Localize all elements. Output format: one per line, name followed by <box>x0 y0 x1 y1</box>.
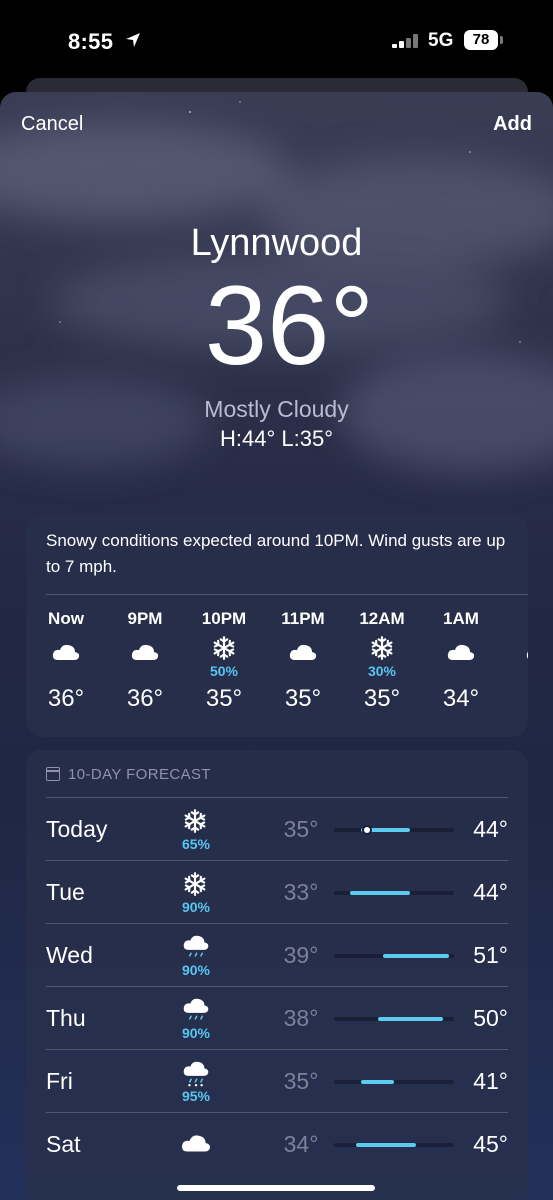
precipitation-chance: 95% <box>181 1088 211 1104</box>
add-button[interactable]: Add <box>493 113 532 136</box>
forecast-summary: Snowy conditions expected around 10PM. W… <box>46 531 506 576</box>
low-temperature: 38° <box>283 1005 319 1031</box>
rain-cloud-icon <box>179 997 213 1025</box>
hourly-forecast-card[interactable]: Snowy conditions expected around 10PM. W… <box>26 515 528 737</box>
city-name: Lynnwood <box>190 222 363 264</box>
hour-temperature: 35° <box>205 685 243 712</box>
snow-icon <box>211 635 237 661</box>
temperature-range-bar <box>334 1017 454 1021</box>
day-name: Today <box>46 816 108 842</box>
precipitation-chance: 50% <box>209 663 239 679</box>
snow-icon <box>182 871 208 897</box>
hour-label: 9PM <box>127 609 163 628</box>
high-temperature: 45° <box>473 1131 508 1157</box>
temperature-range-fill <box>355 1143 416 1147</box>
precipitation-chance: 90% <box>181 1025 211 1041</box>
snow-icon <box>182 808 208 834</box>
home-indicator[interactable] <box>177 1185 375 1191</box>
temperature-range-bar <box>334 1080 454 1084</box>
low-temperature: 35° <box>283 1068 319 1094</box>
ten-day-header: 10-DAY FORECAST <box>46 766 211 783</box>
status-time: 8:55 <box>68 29 114 54</box>
precipitation-chance: 90% <box>181 899 211 915</box>
high-temperature: 44° <box>473 816 508 842</box>
day-name: Wed <box>46 942 93 968</box>
hour-label: 11PM <box>281 609 325 628</box>
snow-icon <box>369 635 395 661</box>
hour-label: 10PM <box>201 609 247 628</box>
condition-text: Mostly Cloudy <box>204 396 349 422</box>
temperature-range-bar <box>334 827 454 833</box>
high-low: H:44° L:35° <box>220 426 333 451</box>
cloud-icon <box>50 639 82 665</box>
cloud-icon <box>129 639 161 665</box>
hour-item: 12AM 30% 35° <box>352 609 412 712</box>
day-name: Fri <box>46 1068 73 1094</box>
calendar-icon <box>46 767 60 781</box>
hour-item: 11PM 35° <box>273 609 333 712</box>
day-name: Tue <box>46 879 85 905</box>
temperature-range-fill <box>383 954 449 958</box>
status-bar: 8:55 5G 78 <box>0 0 553 80</box>
high-temperature: 51° <box>473 942 508 968</box>
hour-temperature: 35° <box>284 685 322 712</box>
divider <box>46 594 528 595</box>
high-temperature: 44° <box>473 879 508 905</box>
network-type: 5G <box>428 30 454 51</box>
hour-temperature: 3 <box>510 685 528 713</box>
day-row[interactable]: Tue 90% 33° 44° <box>46 860 508 923</box>
day-row[interactable]: Sat 34° 45° <box>46 1112 508 1175</box>
signal-icon <box>392 34 420 48</box>
current-temperature: 36° <box>204 263 375 388</box>
hour-item: 10PM 50% 35° <box>194 609 254 712</box>
hour-temperature: 36° <box>126 685 164 712</box>
battery-icon: 78 <box>464 30 498 50</box>
precipitation-chance: 30% <box>367 663 397 679</box>
cancel-button[interactable]: Cancel <box>21 113 83 136</box>
low-temperature: 35° <box>283 816 319 842</box>
ten-day-forecast-card[interactable]: 10-DAY FORECAST Today 65% 35° 44° Tue 90% 33° 4… <box>26 750 528 1200</box>
day-row[interactable]: Today 65% 35° 44° <box>46 797 508 860</box>
hour-temperature: 36° <box>47 685 85 712</box>
location-arrow-icon <box>126 33 140 47</box>
hour-label: 12AM <box>359 609 405 628</box>
temperature-range-bar <box>334 954 454 958</box>
hour-item: 23 <box>510 609 528 659</box>
high-temperature: 50° <box>473 1005 508 1031</box>
hour-item: 1AM 34° <box>431 609 491 712</box>
cloud-icon <box>179 1129 213 1157</box>
low-temperature: 34° <box>283 1131 319 1157</box>
temperature-range-bar <box>334 1143 454 1147</box>
temperature-range-fill <box>361 1080 394 1084</box>
rain-cloud-icon <box>179 934 213 962</box>
high-temperature: 41° <box>473 1068 508 1094</box>
cloud-icon <box>524 639 528 665</box>
hour-temperature: 35° <box>363 685 401 712</box>
current-temperature-dot <box>363 827 370 833</box>
sleet-cloud-icon <box>179 1060 213 1088</box>
weather-sheet: Cancel Add Lynnwood 36° Mostly Cloudy H:… <box>0 92 553 1200</box>
day-row[interactable]: Wed 90% 39° 51° <box>46 923 508 986</box>
hour-label: 1AM <box>443 609 479 628</box>
low-temperature: 39° <box>283 942 319 968</box>
temperature-range-fill <box>350 891 411 895</box>
hour-item: 9PM 36° <box>115 609 175 712</box>
hour-temperature: 34° <box>442 685 480 712</box>
hour-label: 2 <box>510 609 528 631</box>
precipitation-chance: 90% <box>181 962 211 978</box>
day-name: Sat <box>46 1131 81 1157</box>
day-row[interactable]: Fri 95% 35° 41° <box>46 1049 508 1112</box>
temperature-range-fill <box>377 1017 444 1021</box>
temperature-range-bar <box>334 891 454 895</box>
low-temperature: 33° <box>283 879 319 905</box>
hour-item: Now 36° <box>36 609 96 712</box>
cloud-icon <box>287 639 319 665</box>
precipitation-chance: 65% <box>181 836 211 852</box>
cloud-icon <box>445 639 477 665</box>
hour-label: Now <box>48 609 84 628</box>
day-name: Thu <box>46 1005 86 1031</box>
day-row[interactable]: Thu 90% 38° 50° <box>46 986 508 1049</box>
